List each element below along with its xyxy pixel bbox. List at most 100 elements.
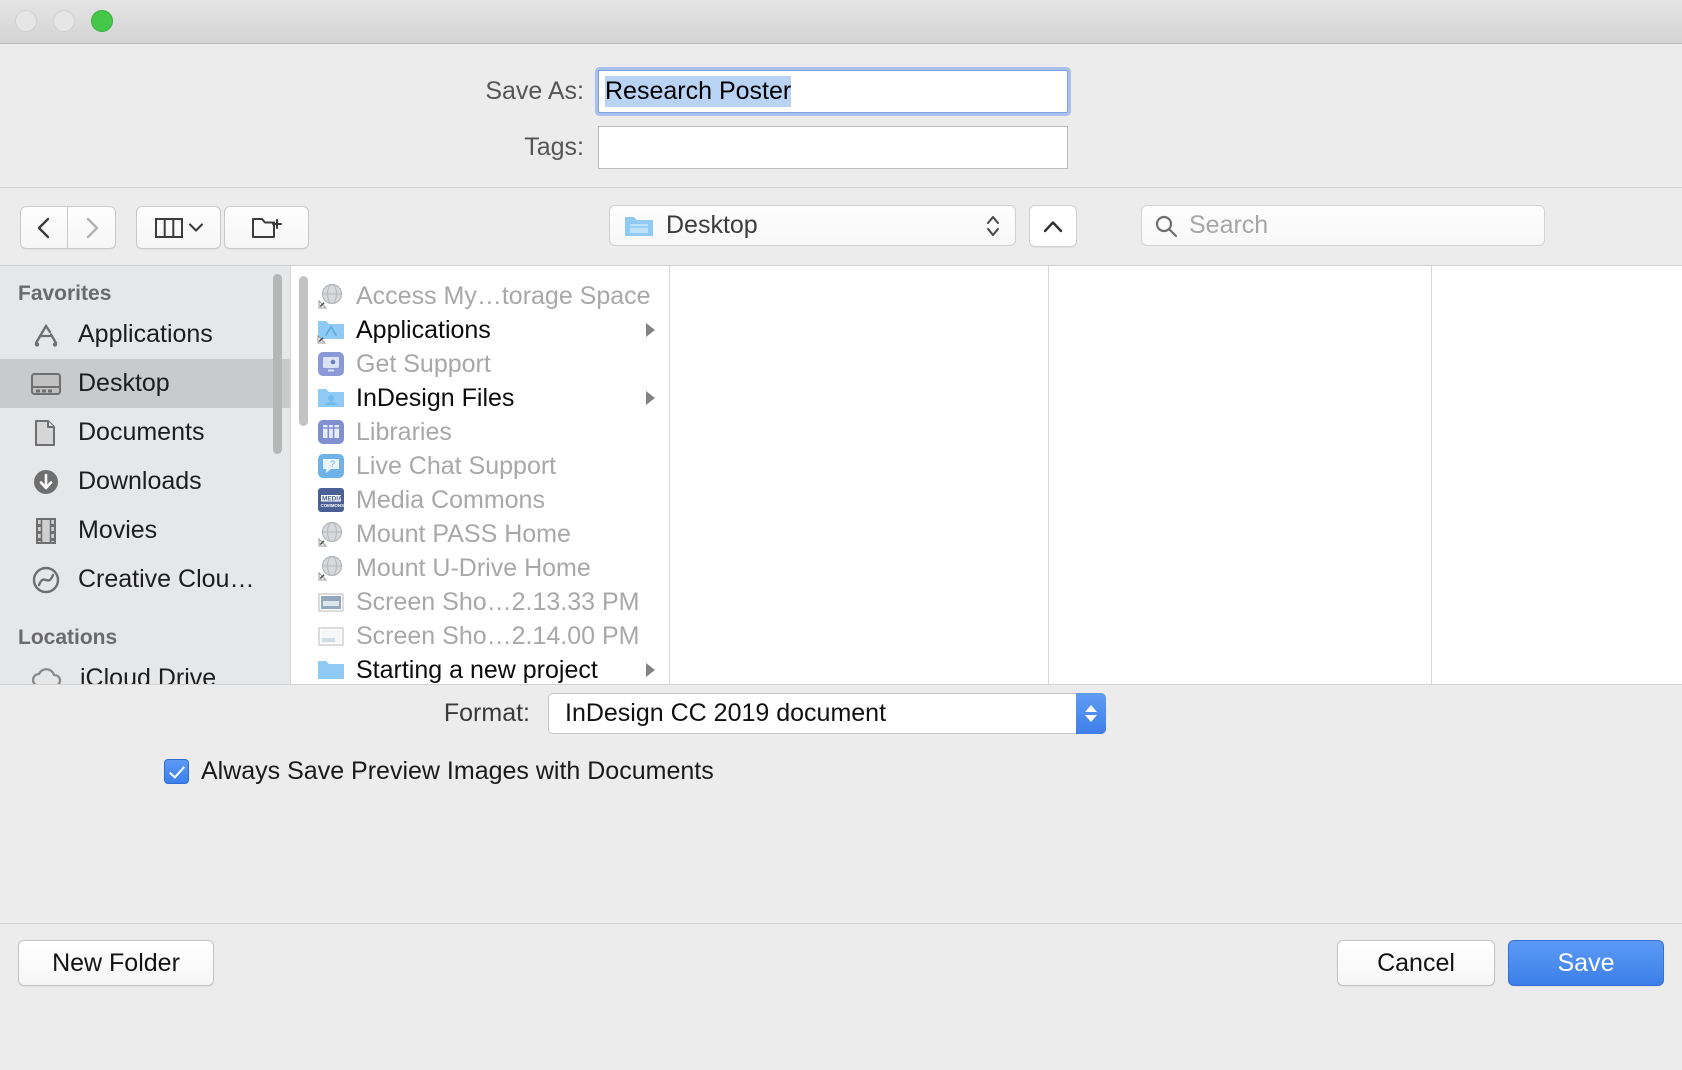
sidebar-item-movies[interactable]: Movies [0, 506, 290, 555]
file-column-3[interactable] [1048, 266, 1431, 684]
file-name: Starting a new project [356, 655, 598, 684]
svg-text:COMMONS: COMMONS [321, 503, 344, 508]
chevron-right-icon [84, 216, 100, 240]
file-row[interactable]: InDesign Files [303, 381, 669, 415]
format-popup-button[interactable]: InDesign CC 2019 document [548, 693, 1106, 734]
updown-stepper-icon[interactable] [1076, 693, 1106, 734]
applications-icon [30, 320, 62, 350]
dialog-footer: New Folder Cancel Save [0, 923, 1682, 1070]
file-browser: Favorites Applications Desktop Documents… [0, 265, 1682, 684]
sidebar-section-favorites-header: Favorites [18, 282, 112, 305]
file-column-1: Access My…torage Space Applications Get … [290, 266, 669, 684]
folder-icon [624, 214, 654, 238]
save-as-value: Research Poster [605, 76, 792, 107]
sidebar-item-label: iCloud Drive [80, 664, 217, 684]
chevron-right-icon [646, 323, 655, 337]
cancel-button[interactable]: Cancel [1337, 940, 1495, 986]
file-column-2[interactable] [669, 266, 1048, 684]
file-name: Get Support [356, 349, 491, 378]
movies-icon [30, 516, 62, 546]
sidebar-item-downloads[interactable]: Downloads [0, 457, 290, 506]
file-column-4[interactable] [1431, 266, 1682, 684]
format-value: InDesign CC 2019 document [565, 699, 887, 727]
search-placeholder: Search [1189, 211, 1269, 239]
network-alias-icon [317, 520, 345, 548]
chevron-left-icon [36, 216, 52, 240]
title-bar [0, 0, 1682, 44]
new-folder-toolbar-button[interactable] [224, 206, 309, 249]
save-as-row: Save As: Research Poster [358, 70, 1078, 113]
save-as-label: Save As: [485, 77, 584, 105]
file-name: Mount PASS Home [356, 519, 571, 548]
file-name: Libraries [356, 417, 452, 446]
file-row[interactable]: Starting a new project [303, 653, 669, 684]
preview-images-checkbox[interactable] [164, 759, 189, 784]
forward-button[interactable] [68, 206, 116, 249]
tags-input[interactable] [598, 126, 1068, 169]
tags-label: Tags: [524, 133, 584, 161]
file-row[interactable]: Access My…torage Space [303, 279, 669, 313]
sidebar-item-creative-cloud[interactable]: Creative Clou… [0, 555, 290, 604]
chevron-down-icon [188, 223, 203, 232]
sidebar-item-desktop[interactable]: Desktop [0, 359, 290, 408]
sidebar-scrollbar[interactable] [273, 274, 282, 454]
sidebar-item-label: Documents [78, 418, 205, 446]
file-name: InDesign Files [356, 383, 515, 412]
network-alias-icon [317, 282, 345, 310]
sidebar-item-icloud-drive[interactable]: iCloud Drive [0, 654, 290, 684]
zoom-button[interactable] [91, 10, 113, 32]
file-row[interactable]: Screen Sho…2.14.00 PM [303, 619, 669, 653]
sidebar-item-label: Movies [78, 516, 158, 544]
sidebar-item-applications[interactable]: Applications [0, 310, 290, 359]
search-input[interactable]: Search [1141, 205, 1545, 246]
new-folder-button[interactable]: New Folder [18, 940, 214, 986]
close-button[interactable] [15, 10, 37, 32]
file-row[interactable]: ? Live Chat Support [303, 449, 669, 483]
svg-text:?: ? [330, 459, 335, 469]
applications-folder-alias-icon [317, 316, 345, 344]
updown-stepper-icon [985, 212, 1001, 240]
documents-icon [30, 418, 62, 448]
path-popup-button[interactable]: Desktop [609, 205, 1016, 246]
support-monitor-icon [317, 350, 345, 378]
file-row[interactable]: Get Support [303, 347, 669, 381]
screenshot-light-icon [317, 622, 345, 650]
format-area: Format: InDesign CC 2019 document Always… [0, 684, 1682, 923]
view-mode-button[interactable] [136, 206, 221, 249]
file-name: Screen Sho…2.14.00 PM [356, 621, 640, 650]
media-commons-icon: MEDIA COMMONS [317, 486, 345, 514]
chevron-right-icon [646, 391, 655, 405]
preview-images-label: Always Save Preview Images with Document… [201, 757, 714, 785]
back-button[interactable] [20, 206, 68, 249]
file-row[interactable]: Mount U-Drive Home [303, 551, 669, 585]
file-name: Live Chat Support [356, 451, 557, 480]
file-name: Media Commons [356, 485, 545, 514]
preview-images-checkbox-row[interactable]: Always Save Preview Images with Document… [164, 757, 714, 786]
format-label: Format: [443, 699, 530, 727]
file-row[interactable]: Libraries [303, 415, 669, 449]
libraries-icon [317, 418, 345, 446]
file-row[interactable]: Screen Sho…2.13.33 PM [303, 585, 669, 619]
blue-folder-icon [317, 384, 345, 412]
file-name: Access My…torage Space [356, 281, 651, 310]
save-button[interactable]: Save [1508, 940, 1664, 986]
sidebar-section-locations-header: Locations [18, 626, 118, 649]
chevron-right-icon [646, 663, 655, 677]
sidebar-item-label: Creative Clou… [78, 565, 255, 593]
sidebar-item-label: Downloads [78, 467, 202, 495]
minimize-button[interactable] [53, 10, 75, 32]
sidebar-item-documents[interactable]: Documents [0, 408, 290, 457]
save-as-input[interactable]: Research Poster [598, 70, 1068, 113]
downloads-icon [30, 467, 62, 497]
sidebar: Favorites Applications Desktop Documents… [0, 266, 290, 684]
new-folder-icon [251, 215, 283, 241]
sidebar-item-label: Desktop [78, 369, 170, 397]
file-row[interactable]: Mount PASS Home [303, 517, 669, 551]
file-row[interactable]: MEDIA COMMONS Media Commons [303, 483, 669, 517]
path-popup-value: Desktop [666, 211, 758, 239]
chevron-up-icon [1043, 220, 1063, 233]
chat-bubble-icon: ? [317, 452, 345, 480]
collapse-dialog-button[interactable] [1029, 205, 1077, 247]
file-row[interactable]: Applications [303, 313, 669, 347]
desktop-icon [30, 370, 62, 398]
